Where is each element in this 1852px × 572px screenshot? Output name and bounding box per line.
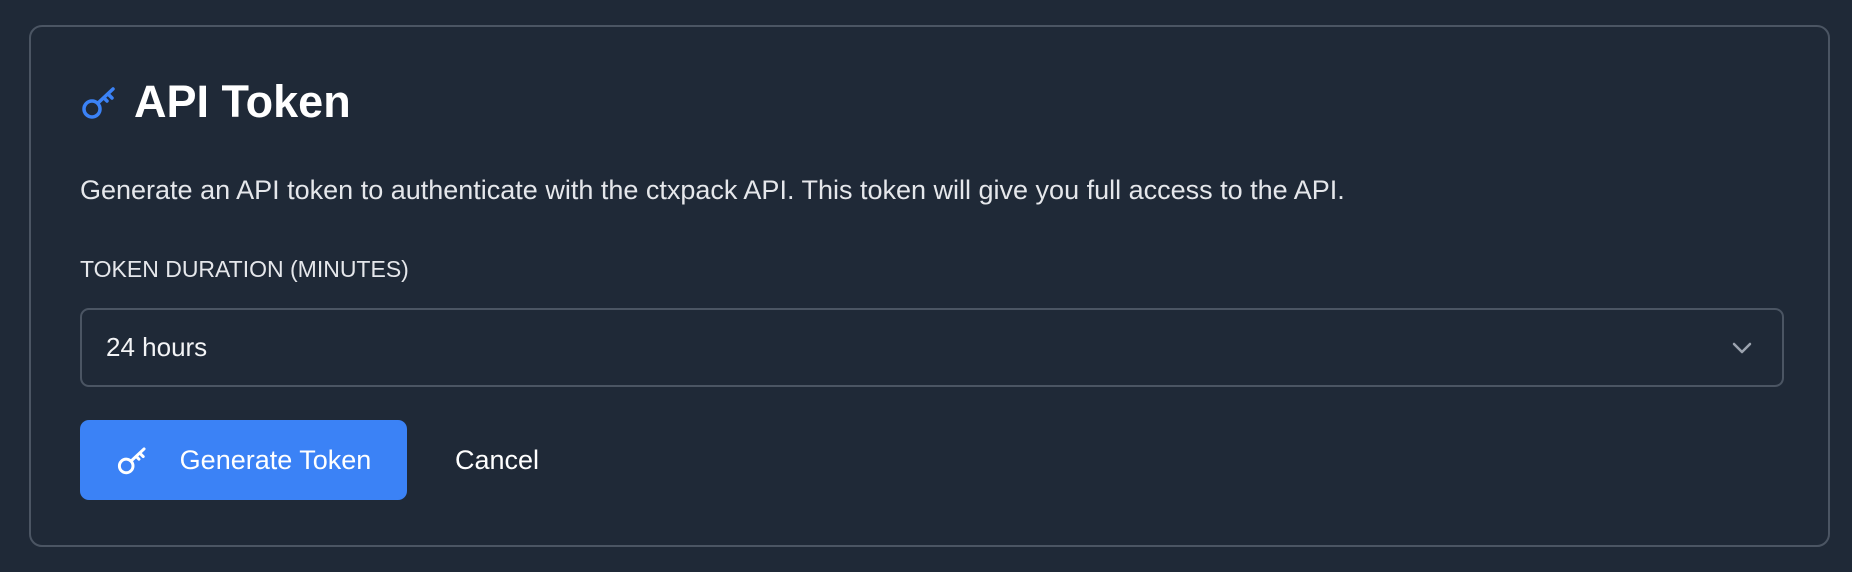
generate-token-button[interactable]: Generate Token	[80, 420, 407, 500]
token-duration-value: 24 hours	[106, 332, 208, 362]
chevron-down-icon	[1730, 336, 1754, 360]
page-title: API Token	[134, 76, 351, 127]
card-actions: Generate Token Cancel	[80, 420, 539, 500]
card-header: API Token	[80, 71, 351, 133]
generate-token-label: Generate Token	[179, 444, 372, 475]
key-icon	[116, 443, 150, 477]
card-description: Generate an API token to authenticate wi…	[80, 175, 1345, 205]
token-duration-label: TOKEN DURATION (MINUTES)	[80, 256, 409, 282]
key-icon	[80, 82, 120, 122]
cancel-button[interactable]: Cancel	[455, 445, 539, 476]
api-token-card: API Token Generate an API token to authe…	[29, 25, 1830, 547]
token-duration-select[interactable]: 24 hours	[80, 308, 1784, 387]
